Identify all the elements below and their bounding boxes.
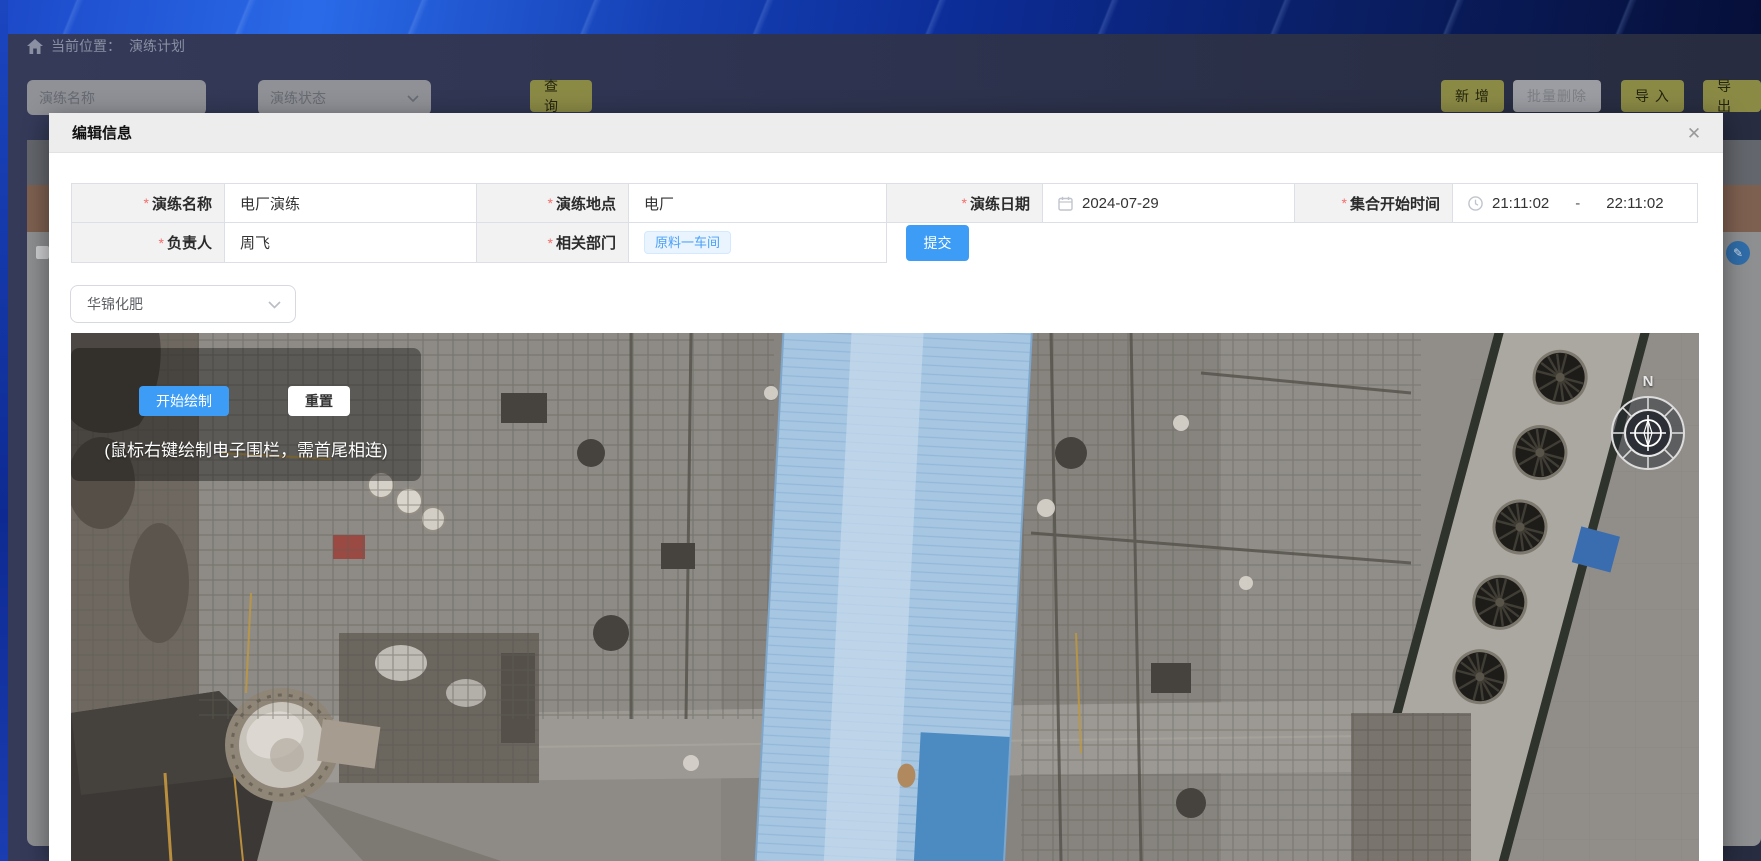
body-edge	[0, 0, 8, 861]
query-button[interactable]: 查 询	[530, 80, 592, 112]
required-mark: *	[548, 195, 553, 211]
top-banner	[0, 0, 1761, 34]
status-placeholder: 演练状态	[270, 88, 326, 108]
edit-icon[interactable]: ✎	[1726, 241, 1750, 265]
table-card-right-edge: ✎	[1723, 140, 1761, 846]
batch-delete-button[interactable]: 批量删除	[1513, 80, 1601, 112]
site-select[interactable]: 华锦化肥	[70, 285, 296, 323]
search-placeholder: 演练名称	[39, 88, 95, 108]
required-mark: *	[1342, 195, 1347, 211]
breadcrumb-value: 演练计划	[129, 36, 185, 56]
chevron-down-icon	[407, 90, 419, 106]
drill-name-label: * 演练名称	[71, 183, 225, 223]
form-row-2: * 负责人 周飞 * 相关部门 原料一车间	[71, 223, 1698, 263]
table-toolbar-edge-right	[1723, 140, 1761, 185]
drill-form: * 演练名称 电厂演练 * 演练地点 电厂 * 演练日期	[71, 183, 1698, 263]
add-button[interactable]: 新 增	[1441, 80, 1504, 112]
drill-place-field[interactable]: 电厂	[629, 183, 887, 223]
breadcrumb-label: 当前位置：	[51, 36, 121, 56]
drill-date-field[interactable]: 2024-07-29	[1043, 183, 1295, 223]
compass-rose-icon	[1609, 393, 1687, 473]
table-header-edge-right: ✎	[1723, 185, 1761, 232]
required-mark: *	[962, 195, 967, 211]
table-checkbox[interactable]	[36, 246, 49, 259]
table-toolbar-edge	[27, 140, 49, 185]
compass-north-label: N	[1609, 373, 1687, 390]
export-button[interactable]: 导 出	[1703, 80, 1761, 112]
dialog-title: 编辑信息	[72, 122, 132, 143]
map-canvas[interactable]: 开始绘制 重置 (鼠标右键绘制电子围栏，需首尾相连) N	[71, 333, 1699, 861]
compass[interactable]: N	[1609, 373, 1687, 473]
site-select-value: 华锦化肥	[87, 294, 143, 314]
dept-label: * 相关部门	[477, 223, 629, 263]
dept-tag[interactable]: 原料一车间	[644, 231, 731, 254]
drill-place-label: * 演练地点	[477, 183, 629, 223]
reset-button[interactable]: 重置	[288, 386, 350, 416]
status-select[interactable]: 演练状态	[258, 80, 431, 115]
submit-button[interactable]: 提交	[906, 225, 969, 261]
time-start: 21:11:02	[1492, 195, 1549, 212]
required-mark: *	[144, 195, 149, 211]
dialog-header: 编辑信息	[49, 113, 1723, 153]
banner-streaks	[0, 0, 1761, 34]
owner-label: * 负责人	[71, 223, 225, 263]
chevron-down-icon	[268, 296, 281, 312]
required-mark: *	[548, 235, 553, 251]
drill-date-label: * 演练日期	[887, 183, 1043, 223]
dept-field[interactable]: 原料一车间	[629, 223, 887, 263]
time-end: 22:11:02	[1606, 195, 1663, 212]
screen: 当前位置： 演练计划 演练名称 演练状态 查 询 新 增 批量删除 导 入 导 …	[0, 0, 1761, 861]
calendar-icon	[1058, 196, 1073, 211]
draw-tools-panel: 开始绘制 重置 (鼠标右键绘制电子围栏，需首尾相连)	[71, 348, 421, 481]
edit-dialog: 编辑信息 ✕ * 演练名称 电厂演练 * 演练地点 电厂	[49, 113, 1723, 861]
close-icon[interactable]: ✕	[1683, 123, 1705, 145]
clock-icon	[1468, 196, 1483, 211]
search-input[interactable]: 演练名称	[27, 80, 206, 115]
start-draw-button[interactable]: 开始绘制	[139, 386, 229, 416]
breadcrumb: 当前位置： 演练计划	[27, 36, 185, 56]
assembly-time-field[interactable]: 21:11:02 - 22:11:02	[1453, 183, 1698, 223]
required-mark: *	[159, 235, 164, 251]
table-header-edge	[27, 185, 49, 232]
drill-name-field[interactable]: 电厂演练	[225, 183, 477, 223]
import-button[interactable]: 导 入	[1621, 80, 1684, 112]
time-separator: -	[1575, 195, 1580, 212]
assembly-time-label: * 集合开始时间	[1295, 183, 1453, 223]
form-row-1: * 演练名称 电厂演练 * 演练地点 电厂 * 演练日期	[71, 183, 1698, 223]
draw-tip-text: (鼠标右键绘制电子围栏，需首尾相连)	[71, 436, 421, 461]
owner-field[interactable]: 周飞	[225, 223, 477, 263]
table-card-left-edge	[27, 140, 49, 846]
home-icon	[27, 39, 43, 54]
